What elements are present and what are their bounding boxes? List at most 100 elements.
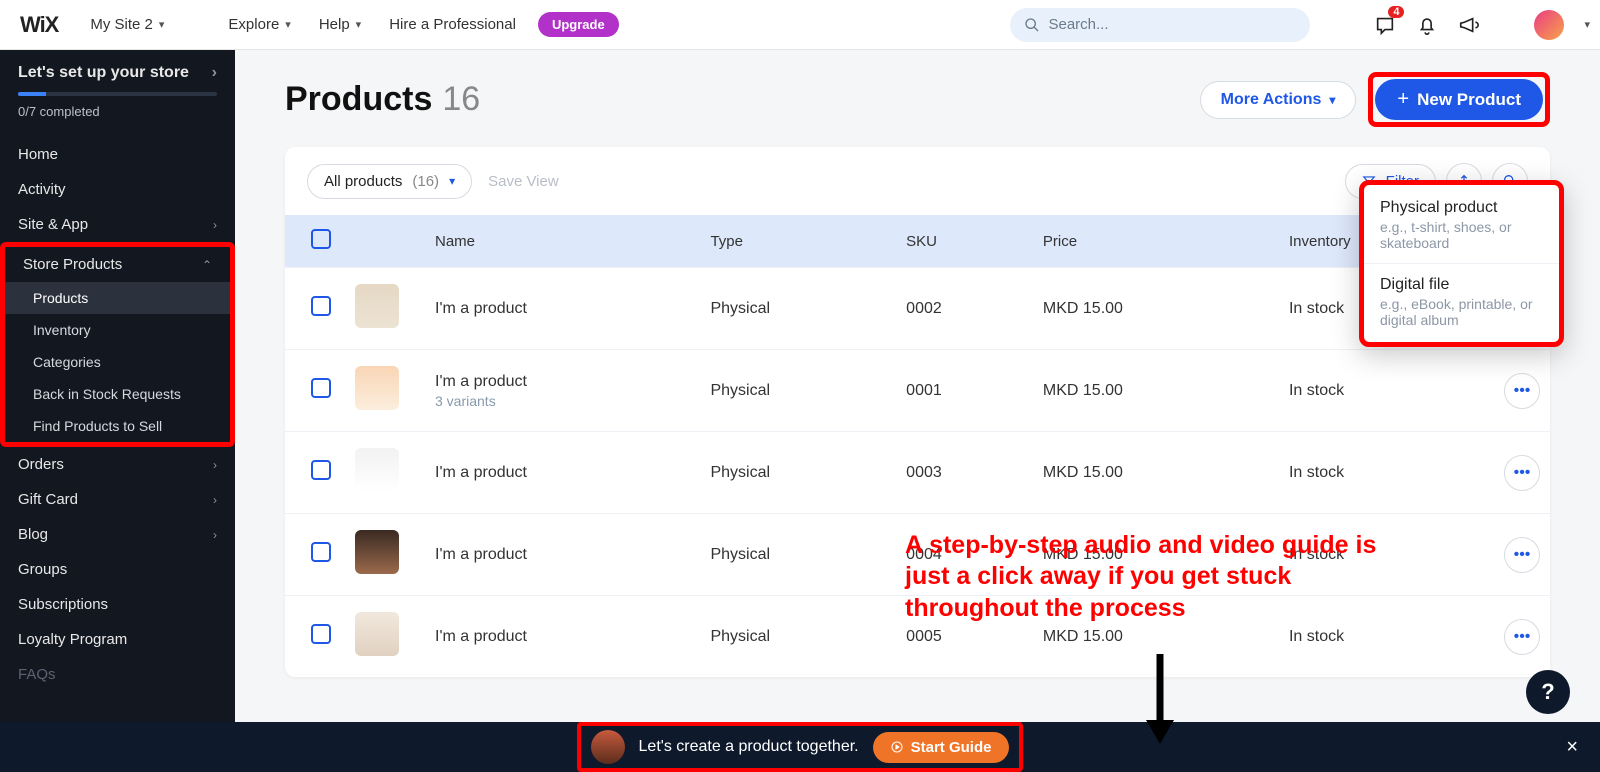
start-guide-button[interactable]: Start Guide	[873, 732, 1010, 763]
sidebar-subitem-findproducts[interactable]: Find Products to Sell	[5, 410, 230, 442]
nav-explore-label: Explore	[228, 16, 279, 33]
help-bubble-button[interactable]: ?	[1526, 670, 1570, 714]
sidebar-item-activity[interactable]: Activity	[0, 172, 235, 207]
product-type: Physical	[700, 268, 896, 350]
chevron-right-icon: ›	[213, 458, 217, 472]
product-sku: 0003	[896, 432, 1033, 514]
save-view-button[interactable]: Save View	[488, 173, 559, 190]
guide-avatar	[591, 730, 625, 764]
dropdown-item-physical[interactable]: Physical product e.g., t-shirt, shoes, o…	[1364, 189, 1559, 261]
nav-help[interactable]: Help ▾	[313, 12, 367, 37]
more-actions-button[interactable]: More Actions ▾	[1200, 81, 1357, 119]
sidebar-item-groups[interactable]: Groups	[0, 552, 235, 587]
play-icon	[891, 741, 903, 753]
chevron-right-icon: ›	[213, 218, 217, 232]
new-product-dropdown: Physical product e.g., t-shirt, shoes, o…	[1359, 180, 1564, 347]
sidebar-label: Activity	[18, 181, 217, 198]
row-checkbox[interactable]	[311, 542, 331, 562]
col-price[interactable]: Price	[1033, 215, 1279, 268]
sidebar-subitem-categories[interactable]: Categories	[5, 346, 230, 378]
row-actions-button[interactable]: •••	[1504, 619, 1540, 655]
sidebar-item-orders[interactable]: Orders›	[0, 447, 235, 482]
product-variants: 3 variants	[435, 393, 690, 409]
col-type[interactable]: Type	[700, 215, 896, 268]
sidebar-item-store-products[interactable]: Store Products⌃	[5, 247, 230, 282]
chevron-down-icon: ▾	[1329, 93, 1335, 107]
select-all-checkbox[interactable]	[311, 229, 331, 249]
product-type: Physical	[700, 514, 896, 596]
page-title: Products 16	[285, 80, 480, 119]
annotation-arrow-icon	[1140, 654, 1180, 744]
product-name: I'm a product	[435, 373, 690, 391]
bell-icon[interactable]	[1414, 12, 1440, 38]
row-checkbox[interactable]	[311, 378, 331, 398]
sidebar-label: Loyalty Program	[18, 631, 217, 648]
row-checkbox[interactable]	[311, 624, 331, 644]
annotation-highlight-new-product: + New Product	[1368, 72, 1550, 127]
row-checkbox[interactable]	[311, 460, 331, 480]
col-name[interactable]: Name	[425, 215, 700, 268]
sidebar-item-faqs[interactable]: FAQs	[0, 657, 235, 692]
view-selector[interactable]: All products (16) ▾	[307, 164, 472, 199]
product-thumbnail	[355, 448, 399, 492]
search-input[interactable]: Search...	[1010, 8, 1310, 42]
chevron-right-icon: ›	[212, 64, 217, 82]
upgrade-button[interactable]: Upgrade	[538, 12, 619, 37]
product-sku: 0001	[896, 350, 1033, 432]
sidebar-label: Groups	[18, 561, 217, 578]
view-selector-label: All products	[324, 173, 402, 190]
search-icon	[1024, 17, 1040, 33]
chevron-down-icon: ▾	[285, 18, 291, 31]
chevron-down-icon: ▾	[159, 18, 165, 31]
new-product-label: New Product	[1417, 90, 1521, 110]
user-avatar[interactable]	[1534, 10, 1564, 40]
sidebar-label: FAQs	[18, 666, 217, 683]
sidebar-item-loyalty[interactable]: Loyalty Program	[0, 622, 235, 657]
sidebar-label: Subscriptions	[18, 596, 217, 613]
sidebar-item-home[interactable]: Home	[0, 137, 235, 172]
page-title-text: Products	[285, 80, 432, 119]
sidebar-item-blog[interactable]: Blog›	[0, 517, 235, 552]
chevron-down-icon[interactable]: ▾	[1584, 18, 1590, 31]
product-name: I'm a product	[435, 546, 690, 564]
col-sku[interactable]: SKU	[896, 215, 1033, 268]
row-actions-button[interactable]: •••	[1504, 537, 1540, 573]
product-type: Physical	[700, 596, 896, 678]
site-switcher-label: My Site 2	[90, 16, 153, 33]
table-row[interactable]: I'm a productPhysical0003MKD 15.00In sto…	[285, 432, 1550, 514]
sidebar-label: Store Products	[23, 256, 202, 273]
product-thumbnail	[355, 284, 399, 328]
nav-hire-label: Hire a Professional	[389, 16, 516, 33]
chevron-down-icon: ▾	[449, 174, 455, 188]
nav-explore[interactable]: Explore ▾	[222, 12, 296, 37]
setup-completed: 0/7 completed	[18, 104, 217, 119]
wix-logo[interactable]: WiX	[10, 12, 68, 38]
megaphone-icon[interactable]	[1456, 12, 1482, 38]
sidebar-item-giftcard[interactable]: Gift Card›	[0, 482, 235, 517]
notification-badge: 4	[1388, 6, 1404, 18]
sidebar-subitem-backinstock[interactable]: Back in Stock Requests	[5, 378, 230, 410]
dropdown-item-digital[interactable]: Digital file e.g., eBook, printable, or …	[1364, 266, 1559, 338]
nav-hire[interactable]: Hire a Professional	[383, 12, 522, 37]
site-switcher[interactable]: My Site 2 ▾	[84, 12, 170, 37]
nav-help-label: Help	[319, 16, 350, 33]
close-guide-button[interactable]: ×	[1566, 736, 1578, 759]
table-row[interactable]: I'm a product3 variantsPhysical0001MKD 1…	[285, 350, 1550, 432]
sidebar-subitem-inventory[interactable]: Inventory	[5, 314, 230, 346]
dropdown-item-desc: e.g., eBook, printable, or digital album	[1380, 296, 1543, 328]
top-bar: WiX My Site 2 ▾ Explore ▾ Help ▾ Hire a Pr…	[0, 0, 1600, 50]
chevron-up-icon: ⌃	[202, 258, 212, 272]
row-actions-button[interactable]: •••	[1504, 455, 1540, 491]
sidebar-item-subscriptions[interactable]: Subscriptions	[0, 587, 235, 622]
row-checkbox[interactable]	[311, 296, 331, 316]
new-product-button[interactable]: + New Product	[1375, 79, 1543, 120]
search-placeholder: Search...	[1048, 16, 1108, 33]
sidebar-item-siteapp[interactable]: Site & App›	[0, 207, 235, 242]
sidebar-subitem-products[interactable]: Products	[5, 282, 230, 314]
inbox-icon[interactable]: 4	[1372, 12, 1398, 38]
chevron-down-icon: ▾	[356, 18, 362, 31]
product-price: MKD 15.00	[1033, 268, 1279, 350]
sidebar-label: Home	[18, 146, 217, 163]
row-actions-button[interactable]: •••	[1504, 373, 1540, 409]
setup-panel[interactable]: Let's set up your store › 0/7 completed	[0, 50, 235, 131]
